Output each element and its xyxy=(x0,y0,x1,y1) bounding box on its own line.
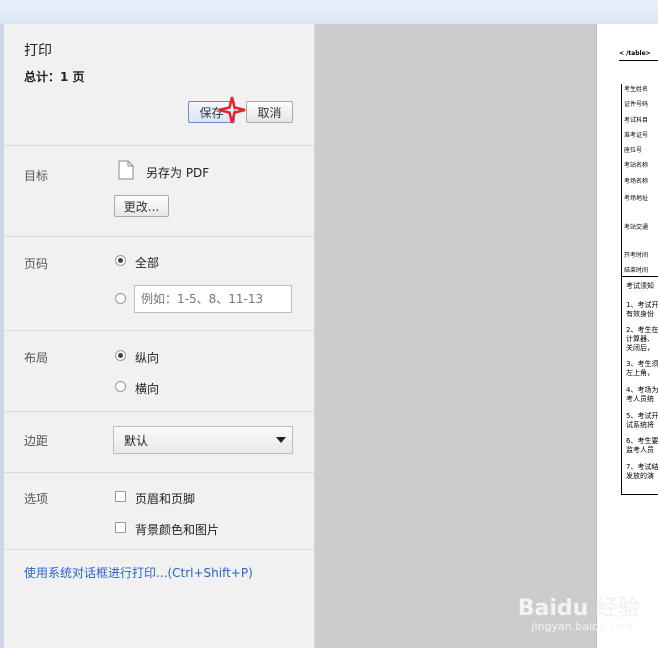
pages-all-radio[interactable] xyxy=(115,255,126,266)
notice-line: 关闭后， xyxy=(626,344,654,352)
red-star-marker-icon xyxy=(218,96,246,124)
field-label: 考场地址 xyxy=(624,195,649,202)
table-tag-text: < /table> xyxy=(619,50,651,57)
divider xyxy=(4,549,314,550)
pages-custom-radio[interactable] xyxy=(115,293,126,304)
notice-line: 5、考试开 xyxy=(626,412,658,420)
pages-label: 页码 xyxy=(24,257,49,271)
notice-line: 发放的演 xyxy=(626,472,654,480)
field-label: 考场名称 xyxy=(624,178,649,185)
preview-page: < /table> 考生姓名 证件号码 考试科目 准考证号 座位号 考站名称 考… xyxy=(596,24,658,648)
page-total: 总计：1 页 xyxy=(24,70,85,84)
doc-rule xyxy=(621,494,658,495)
headers-footers-checkbox[interactable] xyxy=(115,491,126,502)
field-label: 结束时间 xyxy=(624,267,649,274)
doc-rule xyxy=(621,276,658,277)
field-label: 座位号 xyxy=(624,147,643,154)
pages-custom-input[interactable] xyxy=(134,285,292,313)
print-settings-panel: 打印 总计：1 页 保存 取消 目标 另存为 PDF 更改... 页码 全部 布… xyxy=(4,24,315,648)
layout-portrait-radio[interactable] xyxy=(115,350,126,361)
notice-line: 3、考生须 xyxy=(626,360,658,368)
pdf-document-icon xyxy=(118,160,134,180)
background-graphics-label: 背景颜色和图片 xyxy=(135,523,220,537)
layout-label: 布局 xyxy=(24,351,49,365)
window-top-strip xyxy=(0,0,658,25)
destination-label: 目标 xyxy=(24,169,49,183)
divider xyxy=(4,330,314,331)
print-preview-area: < /table> 考生姓名 证件号码 考试科目 准考证号 座位号 考站名称 考… xyxy=(315,24,658,648)
doc-rule xyxy=(619,60,658,61)
options-label: 选项 xyxy=(24,492,49,506)
divider xyxy=(4,145,314,146)
background-graphics-checkbox[interactable] xyxy=(115,522,126,533)
notice-line: 7、考试结 xyxy=(626,463,658,471)
field-label: 考试科目 xyxy=(624,117,649,124)
margins-label: 边距 xyxy=(24,434,49,448)
layout-portrait-label: 纵向 xyxy=(135,351,160,365)
notice-line: 2、考生在 xyxy=(626,326,658,334)
change-destination-button[interactable]: 更改... xyxy=(114,195,169,217)
field-label: 考站交通 xyxy=(624,224,649,231)
dropdown-arrow-icon xyxy=(276,437,286,443)
field-label: 考站名称 xyxy=(624,162,649,169)
notice-line: 左上角， xyxy=(626,369,654,377)
destination-name: 另存为 PDF xyxy=(146,166,210,180)
notice-line: 4、考场为 xyxy=(626,386,658,394)
field-label: 开考时间 xyxy=(624,252,649,259)
notice-line: 考人员统 xyxy=(626,395,654,403)
margins-select[interactable]: 默认 xyxy=(113,426,293,454)
notice-line: 有效身份 xyxy=(626,310,654,318)
headers-footers-label: 页眉和页脚 xyxy=(135,492,196,506)
divider xyxy=(4,236,314,237)
baidu-watermark-url: jingyan.baidu.com xyxy=(531,620,633,633)
field-label: 准考证号 xyxy=(624,132,649,139)
print-title: 打印 xyxy=(24,43,52,59)
layout-landscape-label: 横向 xyxy=(135,382,160,396)
divider xyxy=(4,472,314,473)
system-dialog-link[interactable]: 使用系统对话框进行打印...(Ctrl+Shift+P) xyxy=(24,564,253,581)
cancel-button[interactable]: 取消 xyxy=(246,101,293,123)
layout-landscape-radio[interactable] xyxy=(115,381,126,392)
field-label: 证件号码 xyxy=(624,101,649,108)
notice-title: 考试须知 xyxy=(626,282,654,290)
notice-line: 计算器、 xyxy=(626,335,654,343)
notice-line: 1、考试开 xyxy=(626,301,658,309)
divider xyxy=(4,411,314,412)
margins-selected-value: 默认 xyxy=(124,433,149,448)
notice-line: 6、考生要 xyxy=(626,437,658,445)
field-label: 考生姓名 xyxy=(624,86,649,93)
notice-line: 试系统将 xyxy=(626,421,654,429)
pages-all-label: 全部 xyxy=(135,256,160,270)
doc-border-left xyxy=(621,84,622,494)
notice-line: 监考人员 xyxy=(626,446,654,454)
baidu-watermark-logo: Baidu 经验 xyxy=(517,596,640,621)
